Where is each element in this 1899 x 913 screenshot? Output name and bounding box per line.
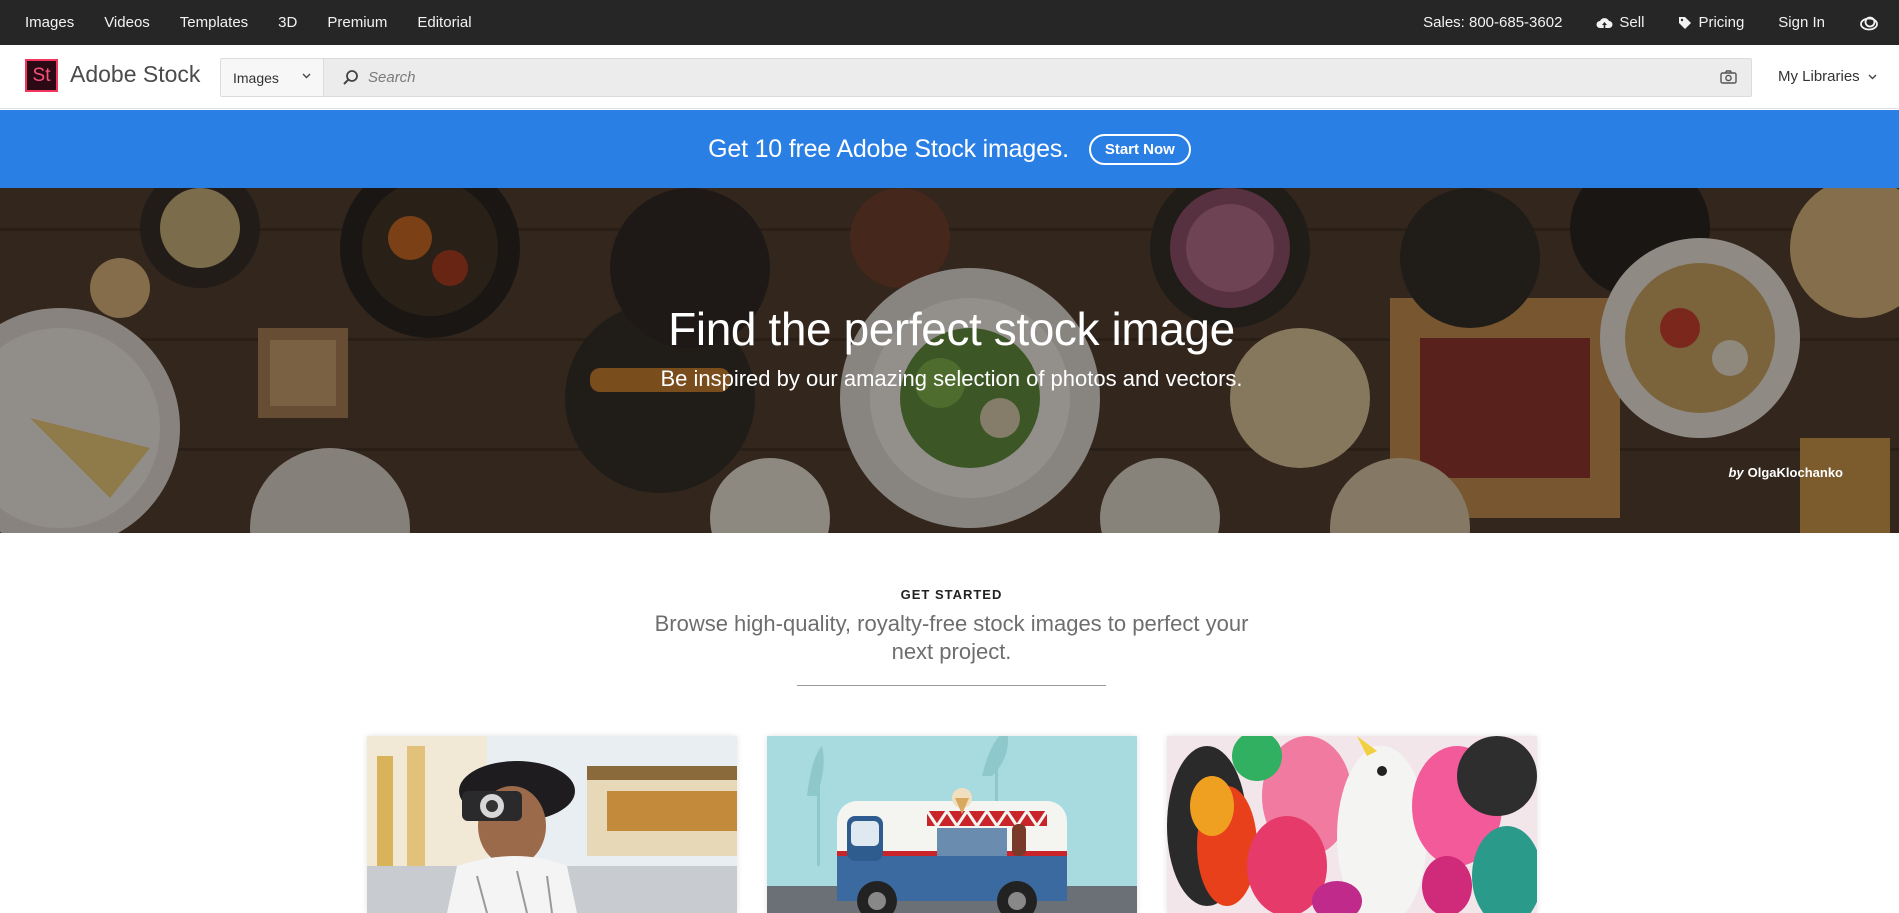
hero-overlay [0,188,1899,533]
sell-link[interactable]: Sell [1596,14,1644,31]
pricing-link[interactable]: Pricing [1678,14,1744,31]
my-libraries-label: My Libraries [1778,68,1860,85]
tag-icon [1679,16,1692,29]
get-started-description: Browse high-quality, royalty-free stock … [654,611,1249,664]
hero-banner: Find the perfect stock image Be inspired… [0,188,1899,533]
photographer-image [367,736,737,913]
hero-title: Find the perfect stock image [668,303,1235,355]
nav-premium[interactable]: Premium [327,14,387,31]
divider [797,685,1106,686]
sign-in-link[interactable]: Sign In [1778,14,1825,31]
chevron-down-icon [302,73,311,79]
adobe-stock-logo[interactable]: St [25,59,58,92]
brand-name[interactable]: Adobe Stock [70,61,200,88]
photo-credit[interactable]: by OlgaKlochanko [1728,465,1843,480]
promo-banner: Get 10 free Adobe Stock images. Start No… [0,110,1899,188]
start-now-button[interactable]: Start Now [1088,133,1191,165]
nav-3d[interactable]: 3D [278,14,297,31]
search-type-dropdown[interactable]: Images [221,59,324,96]
chevron-down-icon [1868,74,1877,79]
search-bar: Images [220,58,1752,97]
ice-cream-truck-image [767,736,1137,913]
nav-templates[interactable]: Templates [180,14,248,31]
my-libraries-menu[interactable]: My Libraries [1778,68,1877,85]
search-icon [343,70,358,85]
category-card-illustrations[interactable] [1167,736,1537,913]
parrots-watercolor-image [1167,736,1537,913]
camera-icon[interactable] [1720,70,1737,84]
creative-cloud-button[interactable] [1859,15,1879,31]
sell-label: Sell [1619,14,1645,31]
top-nav-bar: Images Videos Templates 3D Premium Edito… [0,0,1899,45]
credit-author: OlgaKlochanko [1747,465,1843,480]
nav-videos[interactable]: Videos [104,14,150,31]
sales-phone: Sales: 800-685-3602 [1423,14,1563,31]
hero-subtitle: Be inspired by our amazing selection of … [660,366,1243,391]
category-nav: Images Videos Templates 3D Premium Edito… [25,0,502,45]
search-type-label: Images [233,69,279,86]
site-header: St Adobe Stock Images My Libraries [0,45,1899,109]
category-card-vectors[interactable] [767,736,1137,913]
nav-images[interactable]: Images [25,14,74,31]
pricing-label: Pricing [1698,14,1745,31]
creative-cloud-icon [1860,16,1878,30]
promo-text: Get 10 free Adobe Stock images. [708,134,1069,163]
cloud-upload-icon [1596,17,1613,29]
nav-editorial[interactable]: Editorial [417,14,471,31]
category-card-photos[interactable] [367,736,737,913]
account-nav: Sales: 800-685-3602 Sell Pricing Sign In [1423,0,1879,45]
get-started-label: GET STARTED [900,587,1003,602]
credit-by: by [1728,465,1744,480]
search-input[interactable] [368,59,1668,96]
